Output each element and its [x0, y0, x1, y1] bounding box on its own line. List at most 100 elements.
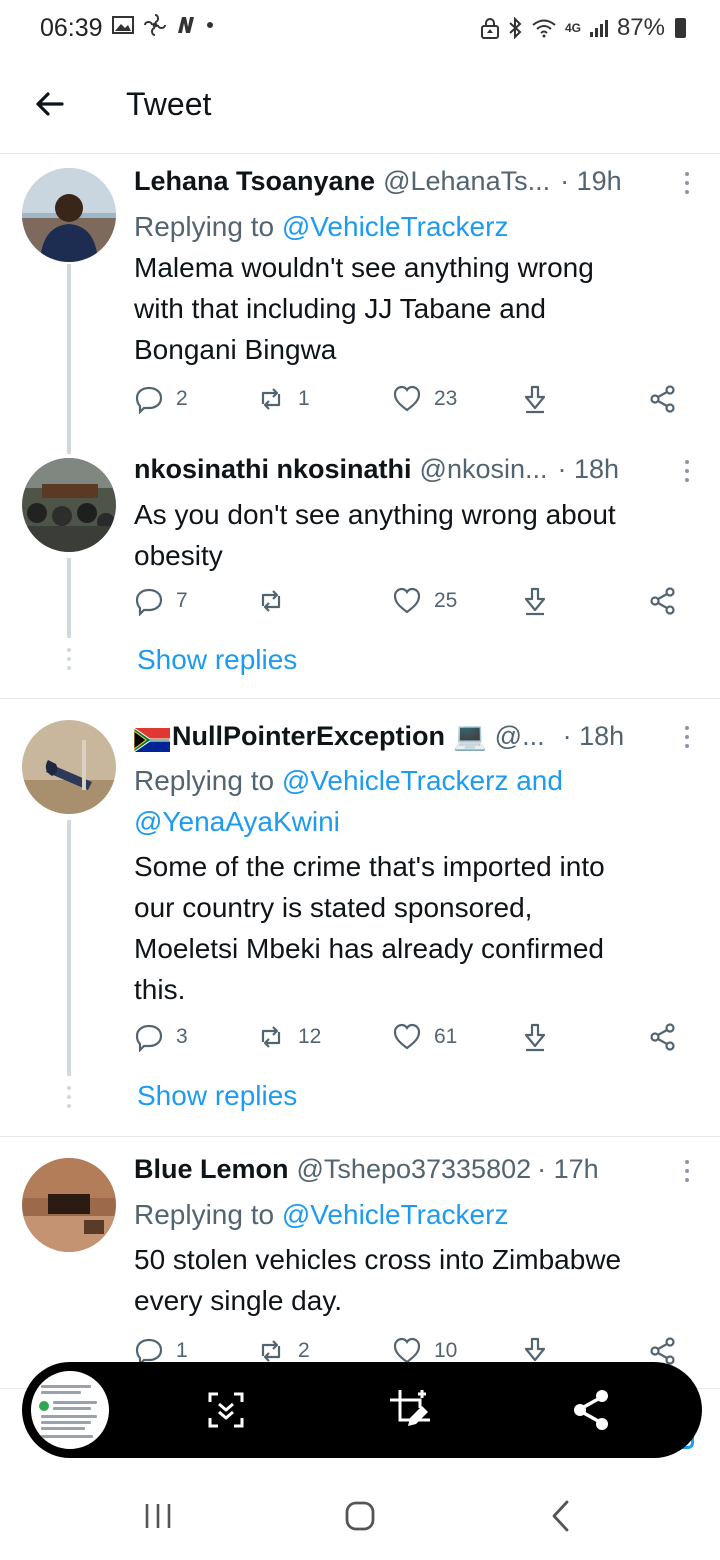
network-type-label: 4G: [564, 21, 581, 35]
avatar[interactable]: [22, 720, 116, 814]
tweet-time: · 18h: [557, 454, 620, 484]
retweet-button[interactable]: [256, 586, 298, 616]
more-options-icon[interactable]: [682, 458, 692, 488]
avatar[interactable]: [22, 1158, 116, 1252]
share-button[interactable]: [648, 384, 678, 414]
tweet-reply[interactable]: nkosinathi nkosinathi @nkosin... · 18h A…: [0, 446, 720, 698]
reply-button[interactable]: 3: [134, 1022, 188, 1052]
recents-icon[interactable]: [138, 1496, 178, 1536]
tweet-text-line: As you don't see anything wrong about: [134, 499, 616, 530]
back-arrow-icon[interactable]: [28, 82, 72, 126]
bookmark-download-button[interactable]: [520, 384, 550, 414]
tweet-header: NullPointerException 💻 @... · 18h: [134, 720, 700, 760]
tweet-text-line: Moeletsi Mbeki has already confirmed: [134, 933, 604, 964]
heart-icon: [393, 385, 421, 412]
battery-icon: [675, 18, 686, 38]
download-icon: [524, 1023, 546, 1052]
tweet-time: · 18h: [562, 721, 625, 751]
replying-to-link[interactable]: @VehicleTrackerz: [282, 1199, 509, 1230]
battery-percent: 87%: [616, 14, 665, 41]
replying-to-link[interactable]: @VehicleTrackerz and: [282, 765, 563, 796]
share-button[interactable]: [648, 1022, 678, 1052]
reply-button[interactable]: 2: [134, 384, 188, 414]
retweet-button[interactable]: 12: [256, 1022, 321, 1052]
tweet-reply[interactable]: NullPointerException 💻 @... · 18h Replyi…: [0, 706, 720, 1136]
show-replies-link[interactable]: Show replies: [137, 644, 297, 676]
status-time: 06:39: [40, 14, 103, 42]
avatar[interactable]: [22, 168, 116, 262]
like-button[interactable]: 25: [392, 586, 457, 616]
share-icon: [650, 1023, 675, 1051]
author-handle[interactable]: @...: [495, 721, 545, 752]
bluetooth-icon: [509, 17, 522, 39]
author-handle[interactable]: @Tshepo37335802: [297, 1154, 532, 1185]
screenshot-thumbnail[interactable]: [28, 1368, 112, 1452]
avatar[interactable]: [22, 458, 116, 552]
tweet-text: 50 stolen vehicles cross into Zimbabwe e…: [134, 1239, 700, 1321]
heart-icon: [393, 587, 421, 614]
share-button[interactable]: [648, 586, 678, 616]
tweet-header: Blue Lemon @Tshepo37335802 · 17h: [134, 1154, 700, 1194]
retweet-icon: [261, 590, 281, 612]
tweet-actions: 2 1 23: [134, 384, 694, 424]
author-handle[interactable]: @nkosin...: [420, 454, 548, 485]
lock-icon: [480, 18, 499, 39]
like-button[interactable]: 61: [392, 1022, 457, 1052]
scroll-capture-icon[interactable]: [202, 1386, 250, 1434]
like-count: 10: [434, 1339, 458, 1362]
netflix-n-icon: [178, 17, 194, 33]
home-icon[interactable]: [340, 1496, 380, 1536]
tweet-text-line: every single day.: [134, 1285, 343, 1316]
tweet-actions: 3 12 61: [134, 1022, 694, 1062]
reply-button[interactable]: 7: [134, 586, 188, 616]
show-replies-link[interactable]: Show replies: [137, 1080, 297, 1112]
top-app-bar: Tweet: [0, 58, 720, 154]
divider: [0, 1136, 720, 1137]
share-icon: [650, 587, 675, 615]
tweet-reply[interactable]: Blue Lemon @Tshepo37335802 · 17h Replyin…: [0, 1144, 720, 1374]
system-nav-bar: [0, 1468, 720, 1560]
replying-to-prefix: Replying to: [134, 765, 282, 796]
author-name[interactable]: Lehana Tsoanyane: [134, 166, 375, 197]
reply-icon: [135, 588, 163, 616]
tweet-actions: 7 25: [134, 586, 694, 626]
more-options-icon[interactable]: [682, 724, 692, 754]
share-icon[interactable]: [568, 1386, 616, 1434]
page-title: Tweet: [126, 86, 212, 122]
dot-icon: [207, 22, 213, 28]
screenshot-toolbar: [22, 1362, 702, 1458]
tweet-reply[interactable]: Lehana Tsoanyane @LehanaTs... · 19h Repl…: [0, 154, 720, 454]
reply-count: 1: [176, 1339, 188, 1362]
replying-to-prefix: Replying to: [134, 1199, 282, 1230]
bookmark-download-button[interactable]: [520, 586, 550, 616]
share-icon: [650, 385, 675, 413]
reply-icon: [135, 386, 163, 414]
replying-to-prefix: Replying to: [134, 211, 282, 242]
retweet-button[interactable]: 1: [256, 384, 310, 414]
divider: [0, 698, 720, 699]
tweet-time: · 19h: [560, 166, 622, 196]
bookmark-download-button[interactable]: [520, 1022, 550, 1052]
replying-to-link[interactable]: @YenaAyaKwini: [134, 801, 700, 842]
more-options-icon[interactable]: [682, 170, 692, 200]
replying-to-link[interactable]: @VehicleTrackerz: [282, 211, 509, 242]
thread-dots: [67, 1086, 71, 1113]
tweet-text: As you don't see anything wrong about ob…: [134, 494, 700, 576]
back-icon[interactable]: [542, 1496, 582, 1536]
like-button[interactable]: 23: [392, 384, 457, 414]
author-name[interactable]: Blue Lemon: [134, 1154, 289, 1185]
thread-line: [67, 264, 71, 454]
more-options-icon[interactable]: [682, 1158, 692, 1188]
crop-edit-icon[interactable]: [386, 1386, 434, 1434]
author-name[interactable]: NullPointerException: [172, 721, 445, 752]
signal-icon: [589, 20, 608, 37]
fan-icon: [144, 14, 166, 36]
status-bar: 06:39 4G 87%: [0, 0, 720, 58]
tweet-text-line: Bongani Bingwa: [134, 334, 337, 365]
tweet-text-line: this.: [134, 974, 186, 1005]
tweet-text-line: 50 stolen vehicles cross into Zimbabwe: [134, 1244, 622, 1275]
tweet-text: Some of the crime that's imported into o…: [134, 846, 700, 1010]
author-name[interactable]: nkosinathi nkosinathi: [134, 454, 412, 485]
author-handle[interactable]: @LehanaTs...: [383, 166, 550, 197]
tweet-text-line: Malema wouldn't see anything wrong: [134, 252, 594, 283]
